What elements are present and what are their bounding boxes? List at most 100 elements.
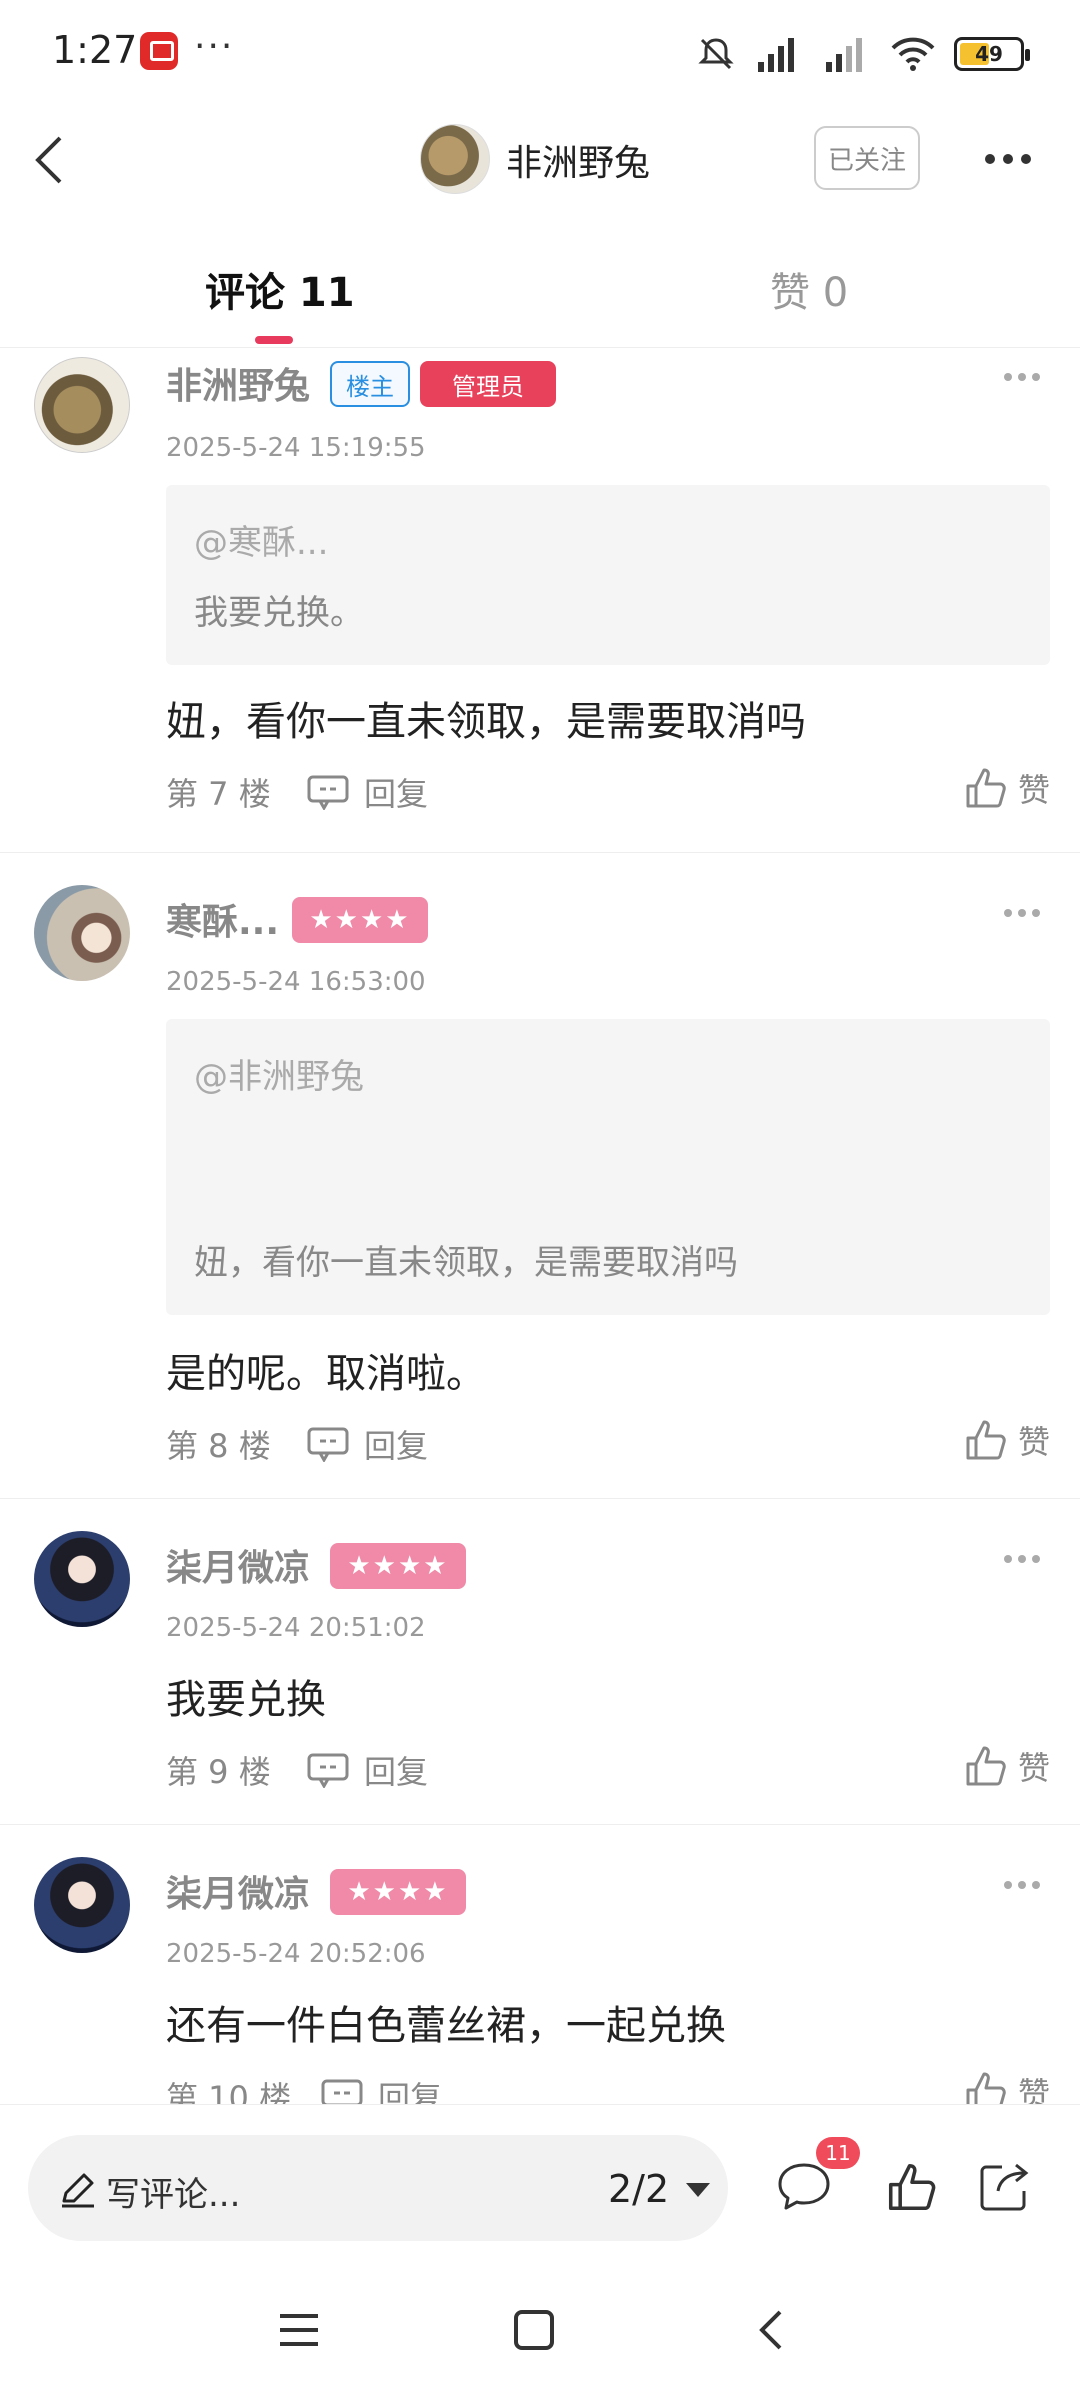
comment-footer: 第 10 楼 回复 赞 [166, 2072, 1050, 2104]
thumbs-up-icon [966, 2072, 1006, 2104]
more-notifications-icon: ··· [194, 26, 235, 67]
comment-more-button[interactable] [1004, 1555, 1040, 1563]
commenter-name[interactable]: 非洲野兔 [166, 357, 310, 409]
battery-icon: 49 [954, 37, 1030, 71]
commenter-name[interactable]: 寒酥... [166, 893, 279, 945]
status-bar: 1:27 ··· 49 [0, 0, 1080, 100]
commenter-name[interactable]: 柒月微凉 [166, 1865, 310, 1917]
bottom-action-bar: 写评论... 2/2 11 [0, 2104, 1080, 2264]
wifi-icon [891, 37, 935, 71]
like-label: 赞 [1017, 771, 1050, 809]
comment-more-button[interactable] [1004, 1881, 1040, 1889]
comment-time: 2025-5-24 20:52:06 [166, 1939, 426, 1969]
home-icon[interactable] [512, 2308, 556, 2352]
reply-button[interactable]: 回复 [306, 769, 428, 815]
comment-text: 妞，看你一直未领取，是需要取消吗 [166, 699, 806, 745]
app-notification-icon [140, 32, 178, 70]
floor-number: 第 9 楼 [166, 1753, 271, 1791]
like-label: 赞 [1017, 2075, 1050, 2104]
quoted-comment[interactable]: @非洲野兔 妞，看你一直未领取，是需要取消吗 [166, 1019, 1050, 1315]
reply-icon [321, 2079, 363, 2104]
chevron-down-icon[interactable] [686, 2183, 710, 2197]
comment-placeholder: 写评论... [106, 2175, 241, 2215]
commenter-name[interactable]: 柒月微凉 [166, 1539, 310, 1591]
comment-footer: 第 9 楼 回复 赞 [166, 1746, 1050, 1795]
comment-time: 2025-5-24 15:19:55 [166, 433, 426, 463]
reply-label: 回复 [364, 1753, 429, 1791]
author-avatar[interactable] [420, 124, 490, 194]
avatar[interactable] [34, 1531, 130, 1627]
like-button[interactable]: 赞 [964, 1417, 1050, 1463]
thumbs-up-icon [966, 768, 1006, 808]
pen-icon [62, 2173, 94, 2208]
comment-input[interactable]: 写评论... 2/2 [28, 2135, 728, 2241]
level-stars-badge: ★★★★ [330, 1869, 466, 1915]
comment-more-button[interactable] [1004, 909, 1040, 917]
back-nav-icon[interactable] [752, 2308, 792, 2352]
signal-icon [758, 38, 794, 72]
comment-time: 2025-5-24 16:53:00 [166, 967, 426, 997]
avatar[interactable] [34, 885, 130, 981]
thumbs-up-icon [966, 1746, 1006, 1786]
thumbs-up-icon [966, 1420, 1006, 1460]
reply-icon [307, 775, 349, 810]
status-time: 1:27 [52, 28, 138, 72]
thumbs-up-icon[interactable] [886, 2161, 938, 2213]
comment-count-badge: 11 [816, 2137, 860, 2169]
quote-mention: @寒酥... [194, 523, 329, 563]
page-header: 非洲野兔 已关注 [0, 100, 1080, 220]
comment-footer: 第 8 楼 回复 赞 [166, 1420, 1050, 1469]
avatar[interactable] [34, 357, 130, 453]
owner-badge: 楼主 [330, 361, 410, 407]
comment-list[interactable]: 非洲野兔 楼主 管理员 2025-5-24 15:19:55 @寒酥... 我要… [0, 349, 1080, 2104]
tab-bar: 评论 11 赞 0 [0, 220, 1080, 348]
comment-item: 柒月微凉 ★★★★ 2025-5-24 20:52:06 还有一件白色蕾丝裙，一… [0, 1825, 1080, 2104]
avatar[interactable] [34, 1857, 130, 1953]
menu-icon[interactable] [276, 2308, 322, 2352]
reply-button[interactable]: 回复 [306, 1747, 428, 1793]
quoted-comment[interactable]: @寒酥... 我要兑换。 [166, 485, 1050, 665]
reply-label: 回复 [364, 1427, 429, 1465]
reply-label: 回复 [364, 775, 429, 813]
reply-icon [307, 1427, 349, 1462]
comment-item: 寒酥... ★★★★ 2025-5-24 16:53:00 @非洲野兔 妞，看你… [0, 853, 1080, 1499]
floor-number: 第 7 楼 [166, 775, 271, 813]
floor-number: 第 8 楼 [166, 1427, 271, 1465]
comment-time: 2025-5-24 20:51:02 [166, 1613, 426, 1643]
quote-text: 我要兑换。 [194, 593, 364, 633]
like-button[interactable]: 赞 [964, 765, 1050, 811]
page-indicator[interactable]: 2/2 [608, 2167, 669, 2211]
follow-button[interactable]: 已关注 [814, 126, 920, 190]
reply-button[interactable]: 回复 [306, 1421, 428, 1467]
mute-icon [698, 38, 734, 70]
like-label: 赞 [1017, 1749, 1050, 1787]
comment-icon[interactable] [776, 2161, 832, 2213]
tab-likes[interactable]: 赞 0 [770, 260, 848, 318]
comment-text: 还有一件白色蕾丝裙，一起兑换 [166, 2003, 726, 2049]
level-stars-badge: ★★★★ [330, 1543, 466, 1589]
reply-button[interactable]: 回复 [320, 2073, 442, 2104]
level-stars-badge: ★★★★ [292, 897, 428, 943]
admin-badge: 管理员 [420, 361, 556, 407]
back-button[interactable] [20, 128, 84, 192]
author-name[interactable]: 非洲野兔 [506, 134, 650, 186]
comment-item: 非洲野兔 楼主 管理员 2025-5-24 15:19:55 @寒酥... 我要… [0, 349, 1080, 853]
floor-number: 第 10 楼 [166, 2079, 292, 2104]
more-options-button[interactable] [985, 144, 1045, 174]
reply-label: 回复 [378, 2079, 443, 2104]
like-label: 赞 [1017, 1423, 1050, 1461]
like-button[interactable]: 赞 [964, 2069, 1050, 2104]
battery-level: 49 [975, 42, 1003, 66]
share-icon[interactable] [978, 2161, 1032, 2213]
comment-item: 柒月微凉 ★★★★ 2025-5-24 20:51:02 我要兑换 第 9 楼 … [0, 1499, 1080, 1825]
comment-text: 是的呢。取消啦。 [166, 1351, 486, 1397]
comment-text: 我要兑换 [166, 1677, 326, 1723]
quote-mention: @非洲野兔 [194, 1057, 364, 1097]
tab-comments[interactable]: 评论 11 [205, 260, 355, 318]
tab-indicator [255, 336, 293, 344]
like-button[interactable]: 赞 [964, 1743, 1050, 1789]
signal-icon-2 [826, 38, 862, 72]
comment-footer: 第 7 楼 回复 赞 [166, 768, 1050, 817]
comment-more-button[interactable] [1004, 373, 1040, 381]
reply-icon [307, 1753, 349, 1788]
